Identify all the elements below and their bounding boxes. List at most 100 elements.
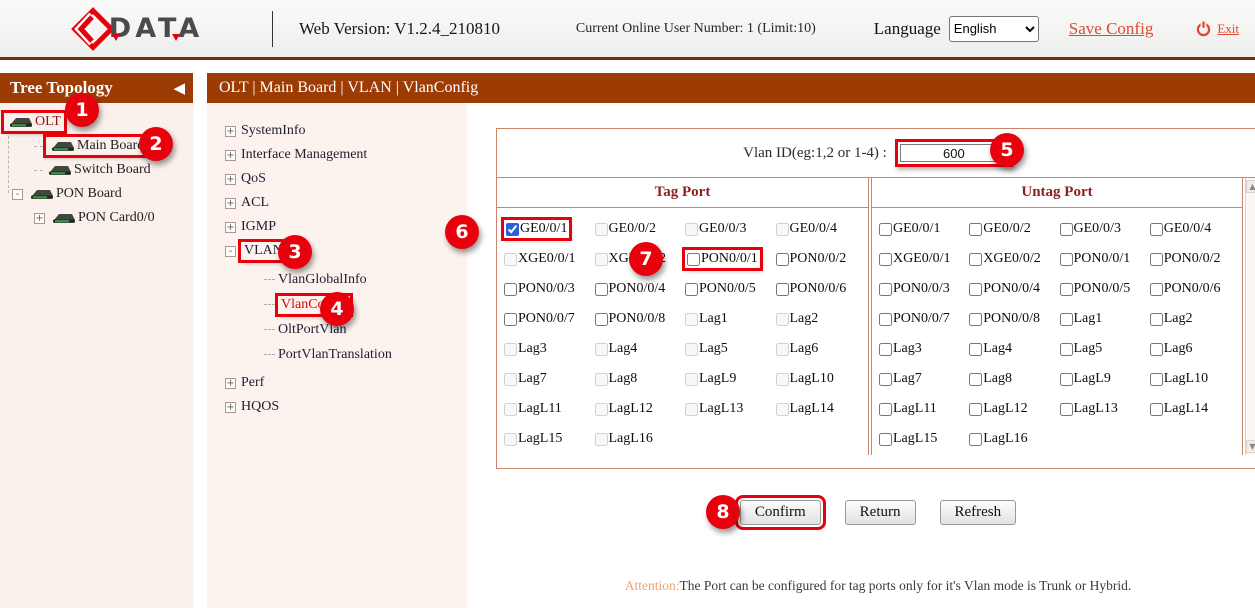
tree-item-switch-board[interactable]: Switch Board	[34, 158, 193, 182]
untag-port-lag2: Lag2	[1150, 311, 1240, 327]
port-label: Lag5	[1074, 341, 1103, 357]
attention-note: Attention:The Port can be configured for…	[496, 578, 1255, 594]
expander-icon[interactable]: -	[12, 189, 23, 200]
return-button[interactable]: Return	[845, 500, 916, 525]
untag-port-pon0-0-4: PON0/0/4	[969, 281, 1059, 297]
menu-item-perf[interactable]: +Perf	[225, 371, 467, 395]
untag-port-checkbox-xge0-0-1[interactable]	[879, 253, 892, 266]
port-label: GE0/0/1	[893, 221, 940, 237]
port-label: LagL15	[518, 431, 562, 447]
untag-port-checkbox-pon0-0-6[interactable]	[1150, 283, 1163, 296]
tag-port-lag5: Lag5	[685, 341, 776, 357]
untag-port-checkbox-lag1[interactable]	[1060, 313, 1073, 326]
tag-port-checkbox-pon0-0-4[interactable]	[595, 283, 608, 296]
menu-item-qos[interactable]: +QoS	[225, 167, 467, 191]
tag-port-checkbox-lagl9	[685, 373, 698, 386]
scrollbar[interactable]: ▲ ▼	[1245, 178, 1255, 455]
port-label: PON0/0/7	[893, 311, 950, 327]
tree-topology-header: Tree Topology ◀	[0, 73, 193, 103]
annotation-circle-3: 3	[278, 235, 312, 269]
tag-port-checkbox-pon0-0-2[interactable]	[776, 253, 789, 266]
port-label: PON0/0/6	[790, 281, 847, 297]
untag-port-checkbox-lag2[interactable]	[1150, 313, 1163, 326]
tag-port-checkbox-lag1	[685, 313, 698, 326]
confirm-button[interactable]: Confirm	[740, 500, 821, 525]
untag-port-checkbox-pon0-0-2[interactable]	[1150, 253, 1163, 266]
expander-icon[interactable]: +	[225, 126, 236, 137]
untag-port-checkbox-pon0-0-1[interactable]	[1060, 253, 1073, 266]
menu-item-portvlantranslation[interactable]: PortVlanTranslation	[264, 342, 467, 367]
untag-port-xge0-0-1: XGE0/0/1	[879, 251, 969, 267]
tag-port-checkbox-ge0-0-1[interactable]	[506, 223, 519, 236]
port-label: LagL10	[1164, 371, 1208, 387]
untag-port-checkbox-lag5[interactable]	[1060, 343, 1073, 356]
menu-item-acl[interactable]: +ACL	[225, 191, 467, 215]
tag-port-checkbox-pon0-0-7[interactable]	[504, 313, 517, 326]
tag-port-checkbox-pon0-0-5[interactable]	[685, 283, 698, 296]
save-config-link[interactable]: Save Config	[1069, 19, 1154, 39]
untag-port-checkbox-lagl14[interactable]	[1150, 403, 1163, 416]
untag-port-ge0-0-2: GE0/0/2	[969, 221, 1059, 237]
tag-port-checkbox-pon0-0-1[interactable]	[687, 253, 700, 266]
untag-port-checkbox-lagl12[interactable]	[969, 403, 982, 416]
scroll-down-icon[interactable]: ▼	[1246, 440, 1255, 453]
refresh-button[interactable]: Refresh	[940, 500, 1017, 525]
expander-icon[interactable]: +	[34, 213, 45, 224]
expander-icon[interactable]: +	[225, 402, 236, 413]
expander-icon[interactable]: +	[225, 378, 236, 389]
power-icon[interactable]	[1195, 20, 1212, 37]
menu-item-vlan[interactable]: -VLAN	[225, 239, 467, 263]
menu-item-oltportvlan[interactable]: OltPortVlan	[264, 317, 467, 342]
untag-port-checkbox-lag7[interactable]	[879, 373, 892, 386]
tag-port-checkbox-pon0-0-3[interactable]	[504, 283, 517, 296]
language-label: Language	[874, 19, 941, 39]
tag-port-ge0-0-2: GE0/0/2	[595, 221, 686, 237]
untag-port-checkbox-lagl10[interactable]	[1150, 373, 1163, 386]
untag-port-checkbox-lagl11[interactable]	[879, 403, 892, 416]
scroll-up-icon[interactable]: ▲	[1246, 180, 1255, 193]
port-label: Lag6	[1164, 341, 1193, 357]
untag-port-checkbox-pon0-0-7[interactable]	[879, 313, 892, 326]
annotation-highlight-box: GE0/0/1	[504, 220, 569, 238]
untag-port-checkbox-ge0-0-1[interactable]	[879, 223, 892, 236]
expander-icon[interactable]: +	[225, 222, 236, 233]
tree-item-pon-card0-0[interactable]: +PON Card0/0	[34, 206, 193, 230]
untag-port-checkbox-lag8[interactable]	[969, 373, 982, 386]
collapse-sidebar-icon[interactable]: ◀	[173, 79, 185, 97]
untag-port-checkbox-pon0-0-4[interactable]	[969, 283, 982, 296]
untag-port-checkbox-lagl15[interactable]	[879, 433, 892, 446]
untag-port-checkbox-pon0-0-5[interactable]	[1060, 283, 1073, 296]
menu-item-vlanconfig[interactable]: VlanConfig	[264, 292, 467, 317]
expander-icon[interactable]: +	[225, 174, 236, 185]
tag-port-checkbox-pon0-0-6[interactable]	[776, 283, 789, 296]
annotation-highlight-box: OLT	[4, 113, 64, 131]
untag-port-checkbox-lag4[interactable]	[969, 343, 982, 356]
untag-port-checkbox-xge0-0-2[interactable]	[969, 253, 982, 266]
exit-link[interactable]: Exit	[1217, 21, 1239, 37]
menu-item-igmp[interactable]: +IGMP	[225, 215, 467, 239]
untag-port-checkbox-ge0-0-3[interactable]	[1060, 223, 1073, 236]
menu-item-vlanglobalinfo[interactable]: VlanGlobalInfo	[264, 267, 467, 292]
expander-icon[interactable]: +	[225, 198, 236, 209]
menu-dash	[264, 304, 275, 305]
untag-port-checkbox-lagl13[interactable]	[1060, 403, 1073, 416]
untag-port-checkbox-ge0-0-2[interactable]	[969, 223, 982, 236]
tag-port-pon0-0-1: PON0/0/1	[685, 250, 776, 268]
untag-port-checkbox-lag6[interactable]	[1150, 343, 1163, 356]
language-select[interactable]: English	[949, 16, 1039, 42]
expander-icon[interactable]: +	[225, 150, 236, 161]
menu-item-label: VlanGlobalInfo	[278, 272, 367, 288]
tag-port-checkbox-pon0-0-8[interactable]	[595, 313, 608, 326]
port-label: PON0/0/4	[983, 281, 1040, 297]
untag-port-checkbox-lag3[interactable]	[879, 343, 892, 356]
untag-port-checkbox-lagl16[interactable]	[969, 433, 982, 446]
menu-item-hqos[interactable]: +HQOS	[225, 395, 467, 419]
untag-port-checkbox-ge0-0-4[interactable]	[1150, 223, 1163, 236]
untag-port-checkbox-lagl9[interactable]	[1060, 373, 1073, 386]
tree-item-pon-board[interactable]: -PON Board	[12, 182, 193, 206]
menu-item-systeminfo[interactable]: +SystemInfo	[225, 119, 467, 143]
menu-item-interface-management[interactable]: +Interface Management	[225, 143, 467, 167]
untag-port-checkbox-pon0-0-3[interactable]	[879, 283, 892, 296]
expander-icon[interactable]: -	[225, 246, 236, 257]
untag-port-checkbox-pon0-0-8[interactable]	[969, 313, 982, 326]
